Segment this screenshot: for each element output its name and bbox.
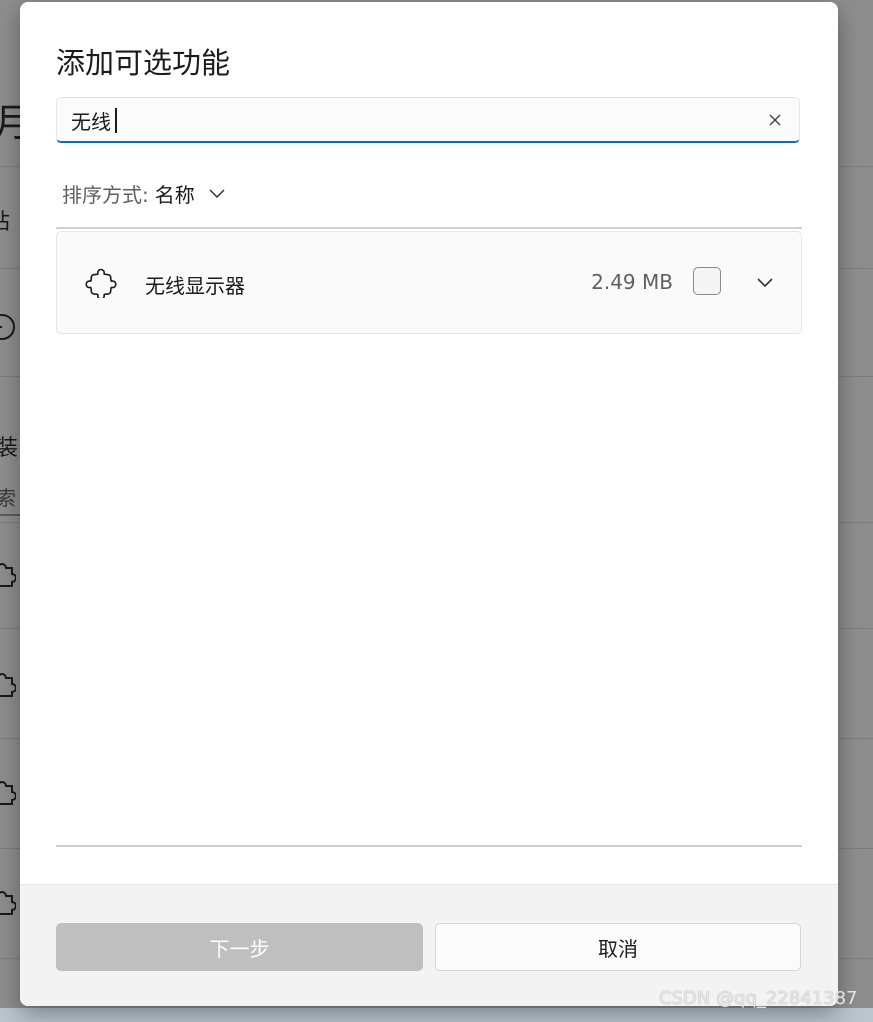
- sort-value: 名称: [154, 182, 195, 207]
- feature-size: 2.49 MB: [591, 270, 673, 294]
- background-puzzle-icon: [0, 673, 16, 697]
- background-clock-icon: [0, 314, 15, 340]
- background-text-fragment: 站: [0, 204, 10, 236]
- list-top-divider: [56, 227, 802, 229]
- background-puzzle-icon: [0, 891, 16, 915]
- search-input[interactable]: [71, 106, 731, 134]
- background-divider: [0, 514, 20, 516]
- puzzle-icon: [85, 268, 117, 298]
- dialog-title: 添加可选功能: [56, 46, 231, 80]
- feature-name: 无线显示器: [145, 274, 245, 298]
- list-bottom-divider: [56, 845, 802, 847]
- background-puzzle-icon: [0, 563, 16, 587]
- close-icon: [769, 114, 781, 126]
- cancel-button[interactable]: 取消: [435, 923, 801, 971]
- feature-list-item[interactable]: 无线显示器 2.49 MB: [56, 231, 802, 334]
- chevron-down-icon: [209, 189, 225, 199]
- clear-search-button[interactable]: [761, 106, 789, 134]
- expand-feature-button[interactable]: [751, 268, 779, 296]
- search-box[interactable]: [56, 97, 800, 143]
- sort-label: 排序方式:: [62, 182, 149, 207]
- background-text-fragment: 装: [0, 436, 19, 461]
- add-optional-feature-dialog: 添加可选功能 排序方式: 名称 无线显示器 2.49 MB: [20, 2, 838, 1006]
- text-caret: [115, 108, 117, 133]
- feature-checkbox[interactable]: [693, 267, 721, 295]
- chevron-down-icon: [757, 278, 773, 288]
- background-search-fragment: 索: [0, 486, 16, 510]
- next-button[interactable]: 下一步: [56, 923, 423, 971]
- taskbar-strip: [0, 1008, 873, 1022]
- background-puzzle-icon: [0, 781, 16, 805]
- watermark: CSDN @qq_22841387: [659, 988, 858, 1009]
- sort-dropdown[interactable]: 排序方式: 名称: [62, 178, 227, 208]
